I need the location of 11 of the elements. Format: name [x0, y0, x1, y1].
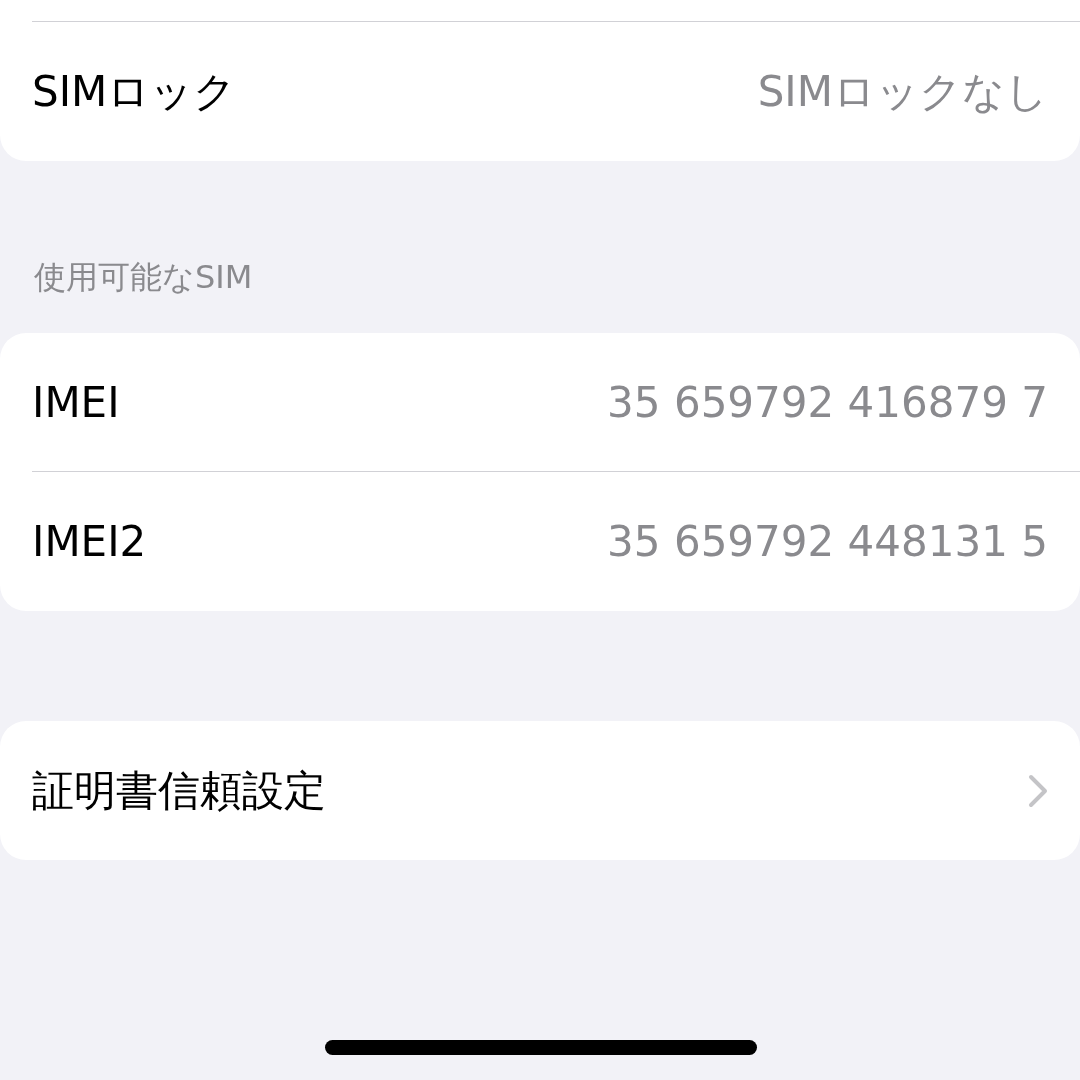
settings-link-row[interactable]: 証明書信頼設定 [32, 721, 1080, 860]
row-label: IMEI2 [32, 516, 147, 568]
section-header: 使用可能なSIM [34, 261, 253, 293]
row-value: SIMロックなし [757, 66, 1048, 118]
row-value: 35 659792 416879 7 [607, 376, 1048, 429]
row-label: SIMロック [32, 66, 237, 118]
row-label: 証明書信頼設定 [32, 765, 326, 817]
home-indicator[interactable] [325, 1040, 757, 1055]
row-label: IMEI [32, 376, 120, 429]
row-value: 35 659792 448131 5 [607, 516, 1048, 568]
chevron-icon [1028, 773, 1048, 808]
